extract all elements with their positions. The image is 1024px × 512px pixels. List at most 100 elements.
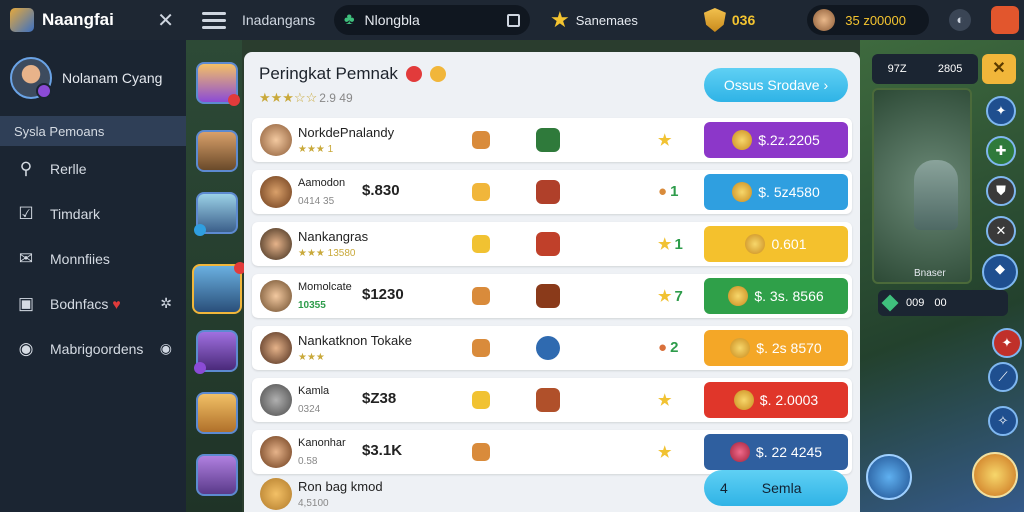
ultimate-button[interactable]: [972, 452, 1018, 498]
panel-rating: ★★★☆☆ 2.9 49: [259, 90, 446, 106]
sidebar-item-label: Rerlle: [50, 160, 87, 177]
skill-icon[interactable]: ✕: [986, 216, 1016, 246]
skill-icon[interactable]: ✦: [992, 328, 1022, 358]
sidebar-item-system[interactable]: Sysla Pemoans: [0, 116, 186, 146]
player-name: Nankangras: [298, 229, 369, 244]
breadcrumb[interactable]: Inadangans: [242, 12, 322, 28]
reward-tag[interactable]: $. 2s 8570: [704, 330, 848, 366]
player-score: $.830: [362, 182, 400, 199]
close-icon[interactable]: ✕: [982, 54, 1016, 84]
gold-badge-icon: [429, 66, 446, 82]
stars-label[interactable]: Sanemaes: [576, 13, 638, 28]
avatar: [260, 280, 292, 312]
skill-icon[interactable]: ⛊: [986, 176, 1016, 206]
player-stars: ★★★: [298, 352, 325, 363]
hero-portrait[interactable]: [196, 454, 238, 496]
item-icon: [472, 339, 490, 357]
square-icon[interactable]: [507, 13, 520, 27]
table-row[interactable]: Nankangras ★★★ 13580 ★ 1 0.601: [252, 222, 852, 266]
hamburger-menu-icon[interactable]: [202, 11, 226, 29]
rank: ● 2: [658, 339, 679, 356]
resource-a: 009: [906, 297, 925, 309]
reward-tag[interactable]: $. 22 4245: [704, 434, 848, 470]
avatar: [260, 332, 292, 364]
guardian-figure: [914, 160, 958, 230]
more-button[interactable]: 4 Semla: [704, 470, 848, 506]
sidebar-item-label: Bodnfacs: [50, 295, 109, 312]
brand: Naangfai ✕: [0, 0, 186, 40]
skill-icon[interactable]: ✧: [988, 406, 1018, 436]
skill-icon[interactable]: ◆: [982, 254, 1018, 290]
reward-tag[interactable]: $.2z.2205: [704, 122, 848, 158]
app-logo-icon: [10, 8, 34, 32]
close-icon[interactable]: ✕: [157, 8, 174, 33]
table-row[interactable]: Nankatknon Tokake ★★★ ● 2 $. 2s 8570: [252, 326, 852, 370]
hud-left: 97Z: [887, 63, 907, 75]
sidebar-item-label: Monnfiies: [50, 250, 110, 267]
attack-button[interactable]: [866, 454, 912, 500]
star-icon: [472, 235, 490, 253]
avatar: [260, 176, 292, 208]
more-count: 4: [720, 480, 728, 496]
rank: ● 1: [658, 183, 679, 200]
hero-portrait-selected[interactable]: [192, 262, 246, 314]
search-field[interactable]: ♣ Nlongbla: [334, 5, 530, 35]
game-viewport[interactable]: 97Z 2805 ✕ Bnaser ✦ ✚ ⛊ ✕ ◆ 009 00 ✦ ⟋ ✧: [860, 40, 1024, 512]
coin-balance[interactable]: 35 z00000: [807, 5, 930, 35]
orb-icon: [536, 336, 560, 360]
skill-icon[interactable]: ⟋: [988, 362, 1018, 392]
hud-stats: 97Z 2805: [872, 54, 978, 84]
player-stars: ★★★ 1: [298, 144, 334, 155]
chest-icon[interactable]: [991, 6, 1020, 34]
profile[interactable]: Nolanam Cyang: [0, 40, 186, 116]
item-icon: [536, 232, 560, 256]
shield-item-icon: [536, 180, 560, 204]
table-row[interactable]: Kamla 0324 $Z38 ★ $. 2.0003: [252, 378, 852, 422]
sidebar-item-label: Mabrigoordens: [50, 340, 144, 357]
skill-icon[interactable]: ✚: [986, 136, 1016, 166]
reward-tag[interactable]: $. 2.0003: [704, 382, 848, 418]
rank: ★: [658, 392, 672, 409]
sidebar-item-timdark[interactable]: ☑ Timdark: [0, 191, 186, 236]
top-bar: Naangfai ✕ Inadangans ♣ Nlongbla ★ Sanem…: [0, 0, 1024, 40]
app-name: Naangfai: [42, 10, 114, 29]
hero-portrait[interactable]: [196, 62, 240, 106]
player-score: $3.1K: [362, 442, 403, 459]
sidebar-item-monnfiies[interactable]: ✉ Monnfiies: [0, 236, 186, 281]
hero-scene: Bnaser: [872, 88, 972, 284]
hero-portrait[interactable]: [196, 130, 238, 172]
sidebar-item-rerlle[interactable]: ⚲ Rerlle: [0, 146, 186, 191]
reward-tag[interactable]: $. 3s. 8566: [704, 278, 848, 314]
leaderboard-panel: Peringkat Pemnak ★★★☆☆ 2.9 49 Ossus Srod…: [244, 52, 860, 512]
table-row[interactable]: Aamodon 0414 35 $.830 ● 1 $. 5z4580: [252, 170, 852, 214]
star-icon: ★: [550, 7, 570, 32]
player-sub: 10355: [298, 300, 326, 311]
hero-column: [186, 40, 246, 512]
reward-tag[interactable]: 0.601: [704, 226, 848, 262]
settings-icon[interactable]: ✲: [160, 295, 172, 312]
table-row[interactable]: Kanonhar 0.58 $3.1K ★ $. 22 4245: [252, 430, 852, 474]
player-sub: 4,5100: [298, 498, 329, 509]
sidebar-item-label: Timdark: [50, 205, 101, 222]
sidebar-item-bodnfacs[interactable]: ▣ Bodnfacs ♥ ✲: [0, 281, 186, 326]
help-icon[interactable]: ◐: [949, 9, 972, 31]
hero-portrait[interactable]: [194, 192, 238, 236]
player-sub: 0.58: [298, 456, 318, 467]
sidebar-item-mabrigoordens[interactable]: ◉ Mabrigoordens ◉: [0, 326, 186, 371]
reward-tag[interactable]: $. 5z4580: [704, 174, 848, 210]
search-value: Nlongbla: [364, 12, 420, 28]
table-row[interactable]: Momolcate 10355 $1230 ★ 7 $. 3s. 8566: [252, 274, 852, 318]
chat-icon: ▣: [17, 293, 35, 313]
info-icon: ◉: [18, 338, 34, 358]
hero-portrait[interactable]: [194, 330, 238, 374]
resource-b: 00: [934, 297, 947, 309]
clover-icon: ♣: [344, 11, 355, 28]
cta-button[interactable]: Ossus Srodave ›: [704, 68, 848, 102]
player-score: $Z38: [362, 390, 397, 407]
eye-icon[interactable]: ◉: [160, 340, 172, 357]
hero-portrait[interactable]: [196, 392, 238, 434]
avatar: [260, 436, 292, 468]
skill-icon[interactable]: ✦: [986, 96, 1016, 126]
panel-title: Peringkat Pemnak: [259, 64, 446, 84]
table-row[interactable]: NorkdePnalandy ★★★ 1 ★ $.2z.2205: [252, 118, 852, 162]
